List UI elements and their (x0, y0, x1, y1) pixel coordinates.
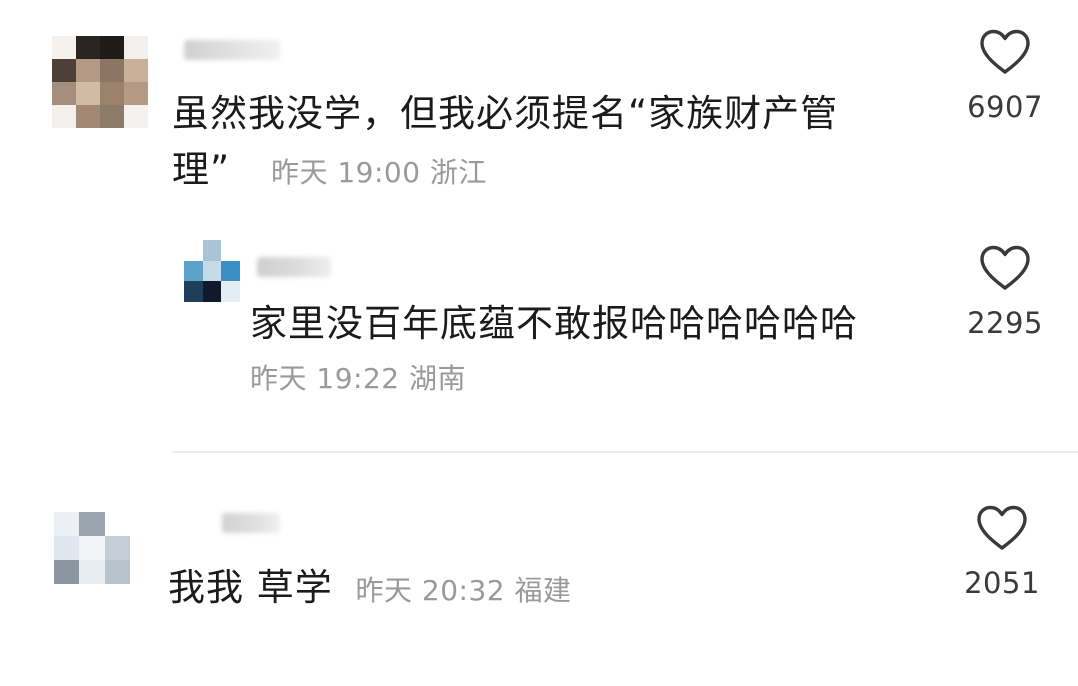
comment-body: 我我 草学 (168, 566, 333, 609)
like-button[interactable]: 2051 (957, 504, 1047, 600)
heart-outline-icon (980, 245, 1030, 290)
reply-meta: 昨天 19:22 湖南 (250, 362, 466, 395)
like-button[interactable]: 2295 (960, 244, 1050, 340)
comment-text: 我我 草学 昨天 20:32 福建 (168, 560, 888, 619)
like-count: 2295 (967, 306, 1043, 340)
avatar[interactable] (184, 240, 240, 302)
avatar[interactable] (54, 512, 130, 584)
username-redacted[interactable] (222, 513, 280, 533)
like-button[interactable]: 6907 (960, 28, 1050, 124)
reply-text: 家里没百年底蕴不敢报哈哈哈哈哈哈 (250, 302, 858, 345)
comment-meta: 昨天 19:00 浙江 (270, 156, 487, 189)
like-count: 2051 (964, 566, 1040, 600)
username-redacted[interactable] (257, 257, 331, 277)
heart-outline-icon (980, 29, 1030, 74)
comment-text: 虽然我没学，但我必须提名“家族财产管理” 昨天 19:00 浙江 (172, 86, 892, 201)
heart-outline-icon (977, 505, 1027, 550)
avatar[interactable] (52, 36, 148, 128)
like-count: 6907 (967, 90, 1043, 124)
divider (172, 451, 1078, 453)
username-redacted[interactable] (184, 40, 280, 60)
comment-meta: 昨天 20:32 福建 (355, 574, 572, 607)
